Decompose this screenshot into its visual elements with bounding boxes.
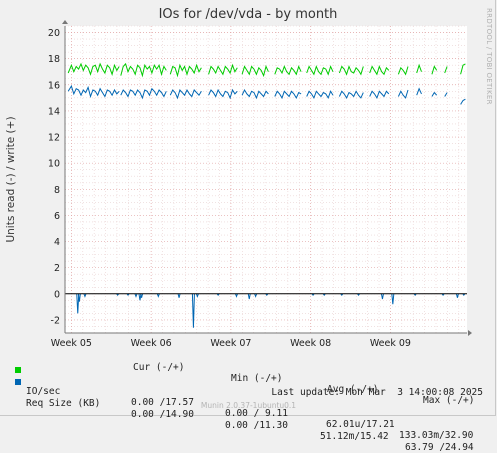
y-tick-label: 18 — [48, 54, 60, 65]
y-tick-label: 0 — [54, 289, 60, 300]
x-tick-label: Week 09 — [370, 338, 411, 349]
legend-swatch-iosec — [15, 367, 21, 373]
legend-cur-reqsize: 0.00 /14.90 — [131, 409, 194, 420]
y-tick-label: 12 — [48, 133, 60, 144]
y-tick-label: 10 — [48, 159, 60, 170]
y-tick-label: 16 — [48, 80, 60, 91]
y-tick-label: 6 — [54, 211, 60, 222]
chart-title: IOs for /dev/vda - by month — [159, 7, 338, 22]
legend-max-iosec: 133.03m/32.90 — [399, 430, 474, 441]
legend-max-reqsize: 63.79 /24.94 — [405, 442, 474, 453]
x-tick-label: Week 07 — [210, 338, 251, 349]
y-tick-label: 4 — [54, 237, 60, 248]
legend-row-iosec: IO/sec 0.00 /17.57 0.00 / 9.11 62.01u/17… — [0, 364, 497, 441]
y-tick-label: -2 — [51, 315, 60, 326]
x-tick-label: Week 08 — [290, 338, 331, 349]
x-tick-label: Week 06 — [131, 338, 172, 349]
footer-version: Munin 2.0.37-1ubuntu0.1 — [200, 401, 297, 410]
rrdtool-credit: RRDTOOL / TOBI OETIKER — [485, 8, 493, 105]
y-tick-label: 2 — [54, 263, 60, 274]
legend-avg-reqsize: 51.12m/15.42 — [320, 431, 389, 442]
x-tick-label: Week 05 — [51, 338, 92, 349]
y-axis-label: Units read (-) / write (+) — [5, 116, 17, 242]
y-axis-arrow — [62, 20, 68, 24]
y-tick-label: 14 — [48, 106, 60, 117]
last-update: Last update: Mon Mar 3 14:00:08 2025 — [271, 387, 483, 398]
legend-swatch-reqsize — [15, 379, 21, 385]
legend-avg-iosec: 62.01u/17.21 — [326, 419, 395, 430]
legend-min-reqsize: 0.00 /11.30 — [225, 420, 288, 431]
y-tick-label: 20 — [48, 28, 60, 39]
legend-header: Cur (-/+) Min (-/+) Avg (-/+) Max (-/+) — [0, 351, 497, 406]
y-tick-label: 8 — [54, 185, 60, 196]
x-axis-arrow — [468, 330, 472, 336]
